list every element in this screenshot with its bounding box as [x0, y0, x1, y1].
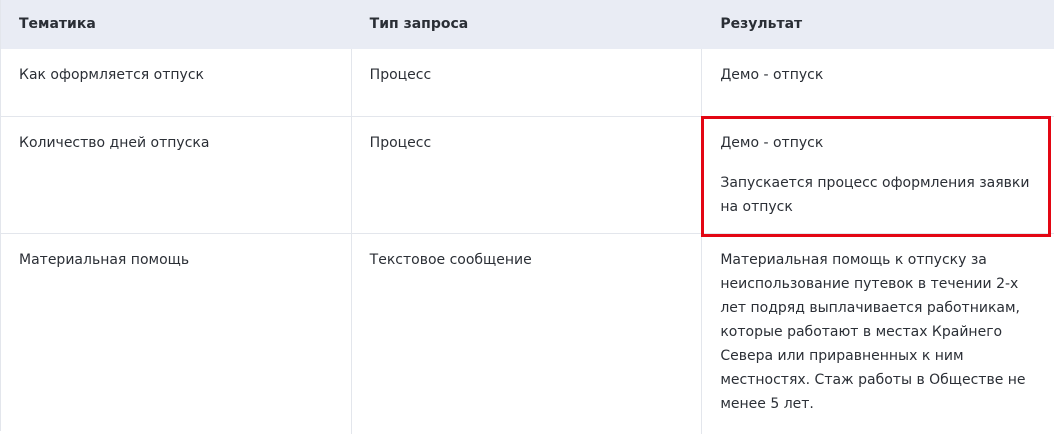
cell-request-type: Процесс [352, 117, 703, 233]
cell-request-type: Текстовое сообщение [352, 234, 703, 434]
cell-result: Материальная помощь к отпуску за неиспол… [702, 234, 1054, 434]
table-row: Материальная помощь Текстовое сообщение … [1, 234, 1054, 434]
result-description: Запускается процесс оформления заявки на… [720, 175, 1030, 215]
column-header-result: Результат [720, 16, 803, 32]
cell-topic: Как оформляется отпуск [1, 49, 352, 116]
cell-topic: Количество дней отпуска [1, 117, 352, 233]
column-header-topic: Тематика [19, 16, 96, 32]
table-row: Количество дней отпуска Процесс Демо - о… [1, 117, 1054, 234]
cell-result: Демо - отпуск Запускается процесс оформл… [702, 117, 1054, 233]
column-header-request-type: Тип запроса [369, 16, 469, 32]
cell-request-type: Процесс [352, 49, 703, 116]
cell-topic: Материальная помощь [1, 234, 352, 434]
results-table: Тематика Тип запроса Результат Как оформ… [0, 0, 1054, 434]
result-text: Демо - отпуск [720, 135, 824, 151]
result-text: Материальная помощь к отпуску за неиспол… [720, 252, 1026, 412]
cell-result: Демо - отпуск [702, 49, 1054, 116]
table-header: Тематика Тип запроса Результат [1, 0, 1054, 49]
result-text: Демо - отпуск [720, 67, 824, 83]
table-row: Как оформляется отпуск Процесс Демо - от… [1, 49, 1054, 117]
